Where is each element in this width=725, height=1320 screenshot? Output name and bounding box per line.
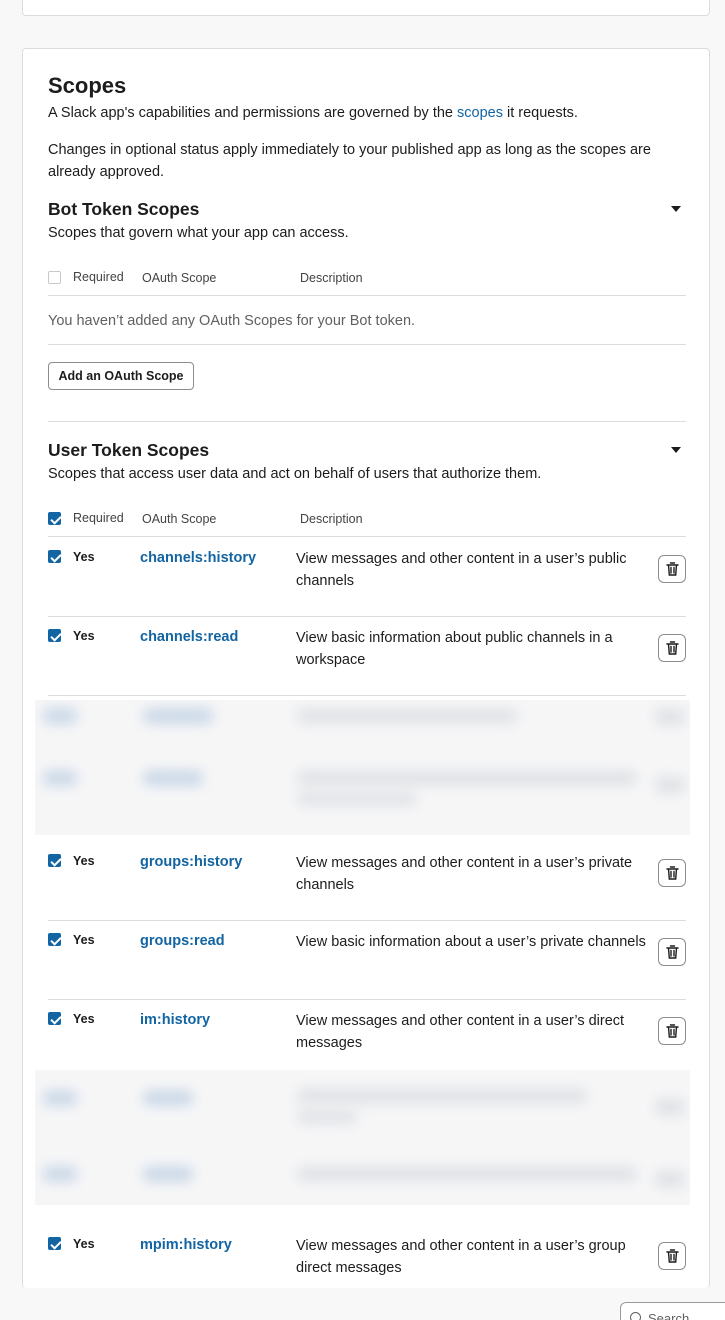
user-table-header: Required OAuth Scope Description	[48, 509, 686, 537]
required-checkbox[interactable]	[48, 550, 61, 563]
required-value: Yes	[73, 1012, 95, 1026]
bot-scopes-title: Bot Token Scopes	[48, 199, 200, 219]
search-label: Search	[648, 1311, 690, 1320]
oauth-scope-header: OAuth Scope	[142, 271, 217, 285]
delete-scope-button[interactable]	[658, 1242, 686, 1270]
scope-name[interactable]: channels:read	[140, 629, 238, 645]
previous-section-card	[22, 0, 710, 16]
scope-description: View messages and other content in a use…	[296, 1238, 626, 1276]
scope-name[interactable]: im:history	[140, 1012, 210, 1028]
trash-icon	[666, 866, 679, 880]
trash-icon	[666, 1024, 679, 1038]
delete-scope-button[interactable]	[658, 634, 686, 662]
bot-required-all-checkbox[interactable]	[48, 271, 61, 284]
delete-scope-button[interactable]	[658, 938, 686, 966]
table-row: Yes channels:history View messages and o…	[48, 538, 686, 617]
scope-name[interactable]: mpim:history	[140, 1237, 232, 1253]
bot-collapse-caret-icon[interactable]	[671, 206, 681, 212]
divider	[48, 344, 686, 345]
scopes-note: Changes in optional status apply immedia…	[48, 142, 651, 180]
delete-scope-button[interactable]	[658, 555, 686, 583]
required-checkbox[interactable]	[48, 629, 61, 642]
table-row: Yes channels:read View basic information…	[48, 617, 686, 696]
bot-table-header: Required OAuth Scope Description	[48, 268, 686, 296]
trash-icon	[666, 562, 679, 576]
user-scopes-subtitle: Scopes that access user data and act on …	[48, 466, 542, 482]
scope-name[interactable]: groups:history	[140, 854, 242, 870]
scope-description: View basic information about public chan…	[296, 630, 613, 668]
trash-icon	[666, 1249, 679, 1263]
scope-name[interactable]: groups:read	[140, 933, 225, 949]
search-icon	[630, 1312, 641, 1320]
scopes-intro: A Slack app's capabilities and permissio…	[48, 105, 578, 121]
required-value: Yes	[73, 550, 95, 564]
required-value: Yes	[73, 854, 95, 868]
bot-empty-message: You haven’t added any OAuth Scopes for y…	[48, 313, 416, 329]
scope-description: View messages and other content in a use…	[296, 551, 627, 589]
table-row: Yes mpim:history View messages and other…	[48, 1225, 686, 1304]
oauth-scope-header: OAuth Scope	[142, 512, 217, 526]
redacted-rows	[35, 1070, 690, 1205]
delete-scope-button[interactable]	[658, 1017, 686, 1045]
delete-scope-button[interactable]	[658, 859, 686, 887]
table-row: Yes groups:history View messages and oth…	[48, 842, 686, 921]
required-checkbox[interactable]	[48, 1012, 61, 1025]
table-row: Yes im:history View messages and other c…	[48, 1000, 686, 1079]
search-button[interactable]: Search	[620, 1302, 725, 1320]
table-row: Yes groups:read View basic information a…	[48, 921, 686, 1000]
description-header: Description	[300, 271, 363, 285]
divider	[48, 421, 686, 422]
bot-scopes-subtitle: Scopes that govern what your app can acc…	[48, 225, 349, 241]
user-collapse-caret-icon[interactable]	[671, 447, 681, 453]
scopes-title: Scopes	[48, 73, 127, 98]
required-value: Yes	[73, 1237, 95, 1251]
scope-description: View messages and other content in a use…	[296, 1013, 625, 1051]
trash-icon	[666, 641, 679, 655]
scopes-link[interactable]: scopes	[457, 105, 503, 121]
trash-icon	[666, 945, 679, 959]
required-header: Required	[73, 270, 124, 284]
scope-name[interactable]: channels:history	[140, 550, 256, 566]
redacted-rows	[35, 700, 690, 835]
add-oauth-scope-button[interactable]: Add an OAuth Scope	[48, 362, 194, 390]
required-value: Yes	[73, 629, 95, 643]
user-required-all-checkbox[interactable]	[48, 512, 61, 525]
required-checkbox[interactable]	[48, 933, 61, 946]
required-checkbox[interactable]	[48, 854, 61, 867]
scope-description: View basic information about a user’s pr…	[296, 934, 646, 950]
scope-description: View messages and other content in a use…	[296, 855, 633, 893]
description-header: Description	[300, 512, 363, 526]
required-header: Required	[73, 511, 124, 525]
user-scopes-title: User Token Scopes	[48, 440, 210, 460]
required-checkbox[interactable]	[48, 1237, 61, 1250]
required-value: Yes	[73, 933, 95, 947]
